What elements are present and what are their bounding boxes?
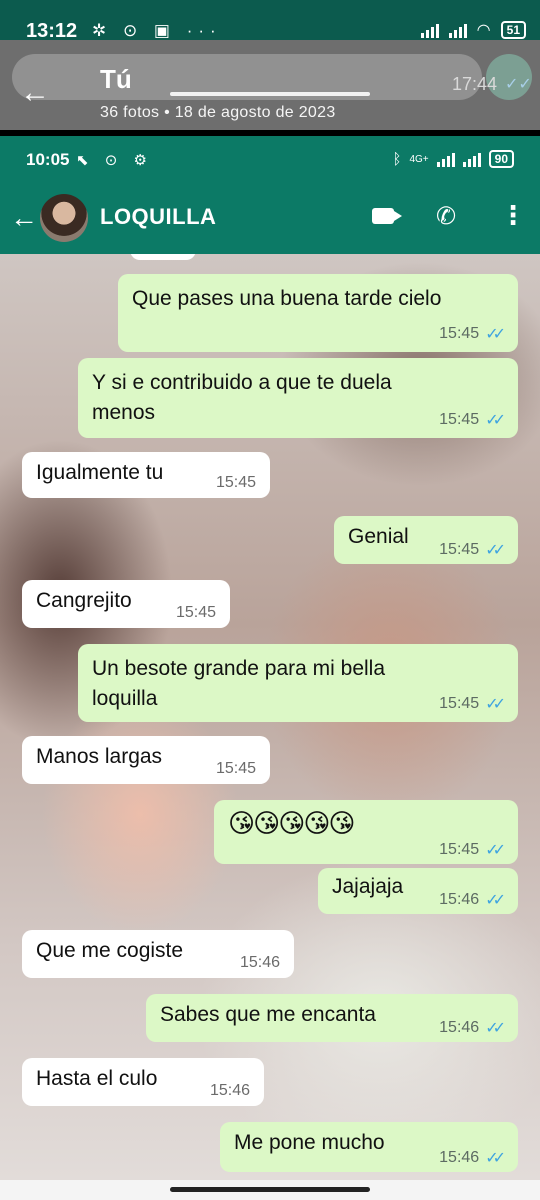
inner-status-right-icons: ᛒ 4G+ 90	[392, 150, 514, 168]
chat-message-list[interactable]: Que pases una buena tarde cielo 15:45 ✓✓ …	[0, 254, 540, 1180]
message-meta: 15:45 ✓✓	[439, 840, 506, 860]
home-handle[interactable]	[170, 1187, 370, 1192]
read-ticks-icon: ✓✓	[485, 542, 506, 559]
message-time: 15:45	[439, 541, 480, 558]
viewer-title: Tú	[100, 64, 132, 94]
back-arrow-icon[interactable]: ←	[20, 76, 50, 110]
avatar[interactable]	[40, 194, 88, 242]
message-time: 15:45	[439, 841, 480, 858]
read-ticks-icon: ✓✓	[485, 1020, 506, 1037]
inner-status-time: 10:05	[26, 150, 70, 169]
message-meta: 15:46 ✓✓	[439, 890, 506, 910]
message-bubble[interactable]: Que pases una buena tarde cielo 15:45 ✓✓	[118, 274, 518, 352]
read-ticks-icon: ✓✓	[485, 892, 506, 909]
message-bubble[interactable]: Jajajaja 15:46 ✓✓	[318, 868, 518, 914]
inner-signal-icon	[436, 151, 455, 167]
message-text: Me pone mucho	[234, 1131, 385, 1154]
gesture-nav-bar	[0, 1180, 540, 1200]
message-time: 15:46	[239, 954, 280, 971]
message-text: 😘😘😘😘😘	[228, 808, 356, 838]
contact-name[interactable]: LOQUILLA	[100, 204, 216, 230]
message-text: Hasta el culo	[36, 1067, 158, 1090]
chat-header: ← LOQUILLA ✆ ⋮	[0, 184, 540, 254]
bluetooth-icon: ᛒ	[392, 150, 402, 168]
message-text: Jajajaja	[332, 875, 404, 898]
message-bubble[interactable]: Igualmente tu 15:45	[22, 452, 270, 498]
video-call-icon[interactable]	[372, 208, 402, 224]
drag-handle[interactable]	[170, 92, 370, 96]
message-bubble[interactable]: Hasta el culo 15:46	[22, 1058, 264, 1106]
message-bubble[interactable]: Cangrejito 15:45	[22, 580, 230, 628]
message-time: 15:45	[175, 604, 216, 621]
inner-status-bar: 10:05 ⬉ ⊙ ⚙ ᛒ 4G+ 90	[0, 136, 540, 184]
message-time: 15:45	[439, 411, 480, 428]
ghost-timestamp: 17:44	[452, 74, 498, 94]
message-meta: 15:45 ✓✓	[439, 540, 506, 560]
inner-battery-icon: 90	[488, 150, 514, 168]
phone-call-icon[interactable]: ✆	[436, 202, 456, 231]
message-time: 15:45	[215, 474, 256, 491]
message-text: Y si e contribuido a que te duela menos	[92, 371, 392, 424]
battery-icon: 51	[500, 21, 526, 39]
message-bubble[interactable]: Me pone mucho 15:46 ✓✓	[220, 1122, 518, 1172]
viewer-meta: 36 fotos • 18 de agosto de 2023	[100, 104, 336, 121]
message-text: Manos largas	[36, 745, 163, 768]
message-meta: 15:46 ✓✓	[439, 1018, 506, 1038]
read-ticks-icon: ✓✓	[485, 326, 506, 343]
message-bubble[interactable]: Sabes que me encanta 15:46 ✓✓	[146, 994, 518, 1042]
ghost-read-ticks-icon: ✓✓	[505, 76, 532, 93]
signal-icon	[420, 22, 439, 38]
message-meta: 15:45	[176, 604, 216, 622]
status-right-icons: ◠ 51	[420, 20, 526, 40]
inner-signal-icon-2	[462, 151, 481, 167]
message-bubble[interactable]: Que me cogiste 15:46	[22, 930, 294, 978]
message-text: Que me cogiste	[36, 939, 184, 962]
message-meta: 15:45	[216, 474, 256, 492]
message-bubble[interactable]: 😘😘😘😘😘 15:45 ✓✓	[214, 800, 518, 864]
message-bubble[interactable]: Manos largas 15:45	[22, 736, 270, 784]
message-meta: 15:45 ✓✓	[439, 324, 506, 344]
message-bubble[interactable]: Genial 15:45 ✓✓	[334, 516, 518, 564]
network-type: 4G+	[409, 153, 429, 165]
wifi-icon: ◠	[476, 22, 491, 39]
message-text: Genial	[348, 525, 409, 548]
message-meta: 15:46 ✓✓	[439, 1148, 506, 1168]
message-bubble[interactable]: Un besote grande para mi bella loquilla …	[78, 644, 518, 722]
inner-notification-icons: ⬉ ⊙ ⚙	[76, 152, 153, 169]
message-time: 15:46	[439, 891, 480, 908]
message-meta: 15:45 ✓✓	[439, 410, 506, 430]
message-meta: 15:45 ✓✓	[439, 694, 506, 714]
message-text: Igualmente tu	[36, 461, 164, 484]
message-bubble[interactable]: Y si e contribuido a que te duela menos …	[78, 358, 518, 438]
message-meta: 15:46	[240, 954, 280, 972]
partial-bubble	[130, 254, 196, 260]
read-ticks-icon: ✓✓	[485, 412, 506, 429]
message-meta: 15:46	[210, 1082, 250, 1100]
message-text: Un besote grande para mi bella loquilla	[92, 657, 386, 710]
notification-icons: ✲ ⊙ ▣ ···	[92, 21, 222, 40]
message-text: Sabes que me encanta	[160, 1003, 376, 1026]
chat-back-arrow-icon[interactable]: ←	[10, 202, 38, 234]
message-time: 15:46	[439, 1019, 480, 1036]
message-time: 15:46	[209, 1082, 250, 1099]
message-text: Cangrejito	[36, 589, 132, 612]
message-time: 15:46	[439, 1149, 480, 1166]
message-time: 15:45	[215, 760, 256, 777]
message-meta: 15:45	[216, 760, 256, 778]
read-ticks-icon: ✓✓	[485, 1150, 506, 1167]
message-time: 15:45	[439, 695, 480, 712]
message-text: Que pases una buena tarde cielo	[132, 287, 442, 310]
more-options-icon[interactable]: ⋮	[500, 200, 526, 231]
signal-icon-2	[448, 22, 467, 38]
read-ticks-icon: ✓✓	[485, 842, 506, 859]
media-viewer-header: ← Tú 17:44 ✓✓ 36 fotos • 18 de agosto de…	[0, 40, 540, 130]
read-ticks-icon: ✓✓	[485, 696, 506, 713]
message-time: 15:45	[439, 325, 480, 342]
